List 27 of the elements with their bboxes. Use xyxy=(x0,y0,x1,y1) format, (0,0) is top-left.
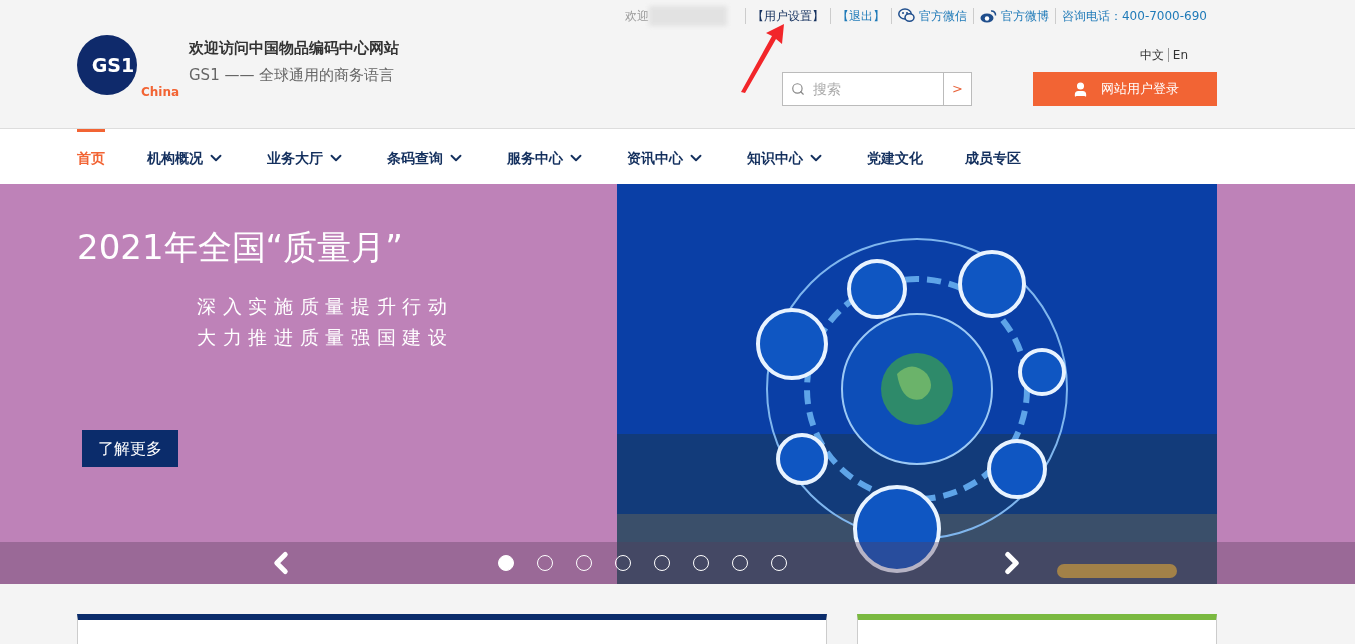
banner-slogan: 大力推进质量强国建设 xyxy=(197,325,455,350)
site-title: 欢迎访问中国物品编码中心网站 xyxy=(189,38,399,59)
top-link[interactable]: 官方微博 xyxy=(980,6,1049,25)
nav-item[interactable]: 知识中心 xyxy=(747,129,825,184)
search-submit-button[interactable]: > xyxy=(943,73,971,105)
language-link[interactable]: 中文 xyxy=(1139,46,1164,64)
nav-item[interactable]: 服务中心 xyxy=(507,129,585,184)
site-subtitle: GS1 —— 全球通用的商务语言 xyxy=(189,64,396,86)
nav-item[interactable]: 条码查询 xyxy=(387,129,465,184)
nav-item[interactable]: 成员专区 xyxy=(965,129,1021,184)
chat-bubbles-icon xyxy=(898,8,915,23)
nav-item[interactable]: 机构概况 xyxy=(147,129,225,184)
learn-more-button[interactable]: 了解更多 xyxy=(82,430,178,467)
eye-logo-icon xyxy=(980,8,997,23)
phone-link[interactable]: 咨询电话：400-7000-690 xyxy=(1062,6,1207,25)
top-link[interactable]: 【用户设置】 xyxy=(752,6,824,25)
top-link[interactable]: 官方微信 xyxy=(898,6,967,25)
search-field[interactable]: 搜索 > xyxy=(782,72,972,106)
banner-slogan: 深入实施质量提升行动 xyxy=(197,294,455,319)
nav-item[interactable]: 资讯中心 xyxy=(627,129,705,184)
nav-item[interactable]: 党建文化 xyxy=(867,129,923,184)
banner-title: 2021年全国“质量月” xyxy=(77,226,404,269)
welcome-text: 欢迎 xyxy=(625,7,649,25)
top-link[interactable]: 【退出】 xyxy=(837,6,885,25)
language-link[interactable]: En xyxy=(1172,46,1188,64)
search-icon xyxy=(791,82,805,96)
nav-item[interactable]: 业务大厅 xyxy=(267,129,345,184)
